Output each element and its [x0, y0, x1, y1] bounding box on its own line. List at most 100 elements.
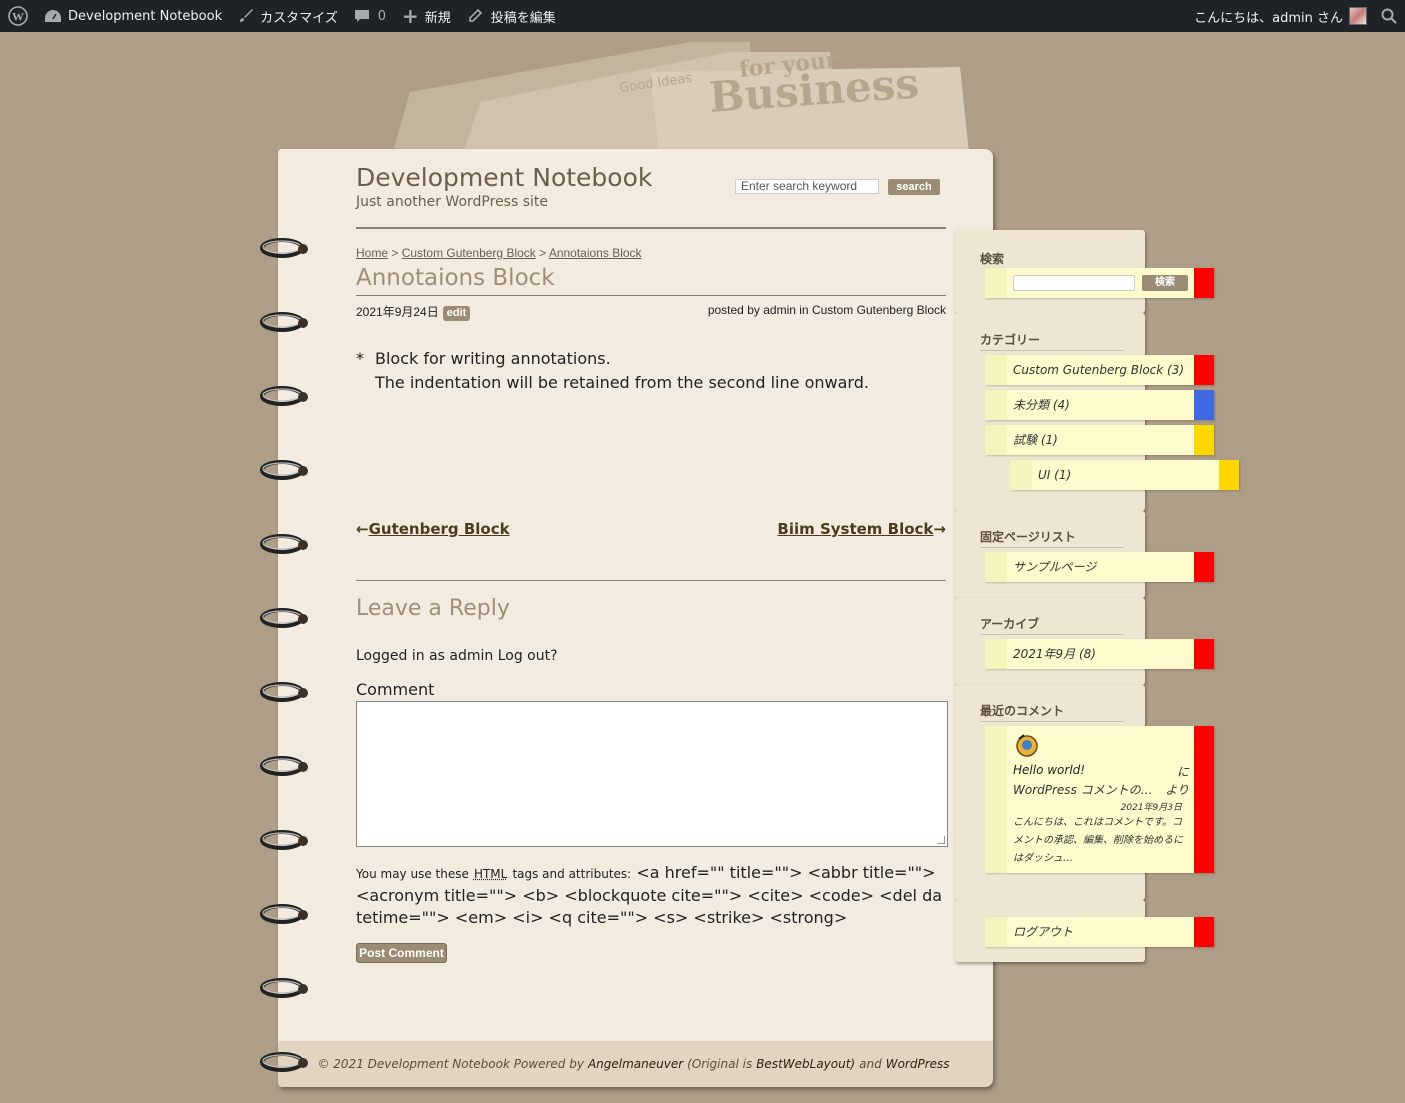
post-meta: posted by admin in Custom Gutenberg Bloc…: [708, 303, 946, 317]
allowed-html-abbr: HTML: [473, 867, 508, 881]
next-post-link[interactable]: Biim System Block: [777, 520, 933, 538]
dashboard-icon: [45, 10, 61, 22]
annotation-line-2: The indentation will be retained from th…: [375, 373, 869, 392]
resize-handle[interactable]: [937, 836, 945, 844]
spiral-ring: [260, 830, 308, 850]
edit-post-menu[interactable]: 投稿を編集: [459, 0, 564, 32]
logout-label: ログアウト: [1013, 925, 1074, 939]
greeting: こんにちは、admin さん: [1194, 10, 1343, 26]
posted-by-text: posted by: [707, 303, 760, 317]
spiral-ring: [260, 386, 308, 406]
category-item[interactable]: 未分類 (4): [985, 390, 1214, 420]
page-item-label: サンプルページ: [1013, 560, 1097, 574]
breadcrumb-separator: >: [539, 246, 547, 260]
brush-icon: [240, 9, 254, 22]
spiral-ring: [260, 756, 308, 776]
adminbar-search[interactable]: [1375, 0, 1405, 32]
comment-label: Comment: [356, 680, 435, 699]
tab-color: [1194, 355, 1214, 385]
svg-text:W: W: [12, 10, 24, 24]
logged-in-text[interactable]: Logged in as admin Log out?: [356, 648, 558, 664]
breadcrumb-category[interactable]: Custom Gutenberg Block: [402, 246, 536, 260]
category-item-label: 試験 (1): [1013, 433, 1058, 447]
breadcrumb-home[interactable]: Home: [356, 246, 388, 260]
tab-color: [1194, 726, 1214, 873]
spiral-ring: [260, 682, 308, 702]
header-search-button[interactable]: search: [888, 179, 940, 195]
widget-title: アーカイブ: [980, 615, 1124, 635]
allowed-lead: You may use these: [356, 867, 469, 881]
spiral-ring: [260, 460, 308, 480]
sidebar-search-button[interactable]: 検索: [1142, 275, 1188, 291]
spiral-ring: [260, 978, 308, 998]
search-tab: 検索: [985, 268, 1214, 298]
new-label: 新規: [424, 10, 451, 26]
comments-menu[interactable]: 0: [346, 0, 394, 32]
comment-textarea[interactable]: [356, 701, 948, 847]
sidebar-search-input[interactable]: [1013, 275, 1135, 291]
category-item[interactable]: 試験 (1): [985, 425, 1214, 455]
customize-menu[interactable]: カスタマイズ: [230, 0, 346, 32]
category-item[interactable]: Custom Gutenberg Block (3): [985, 355, 1214, 385]
tab-color: [1219, 460, 1239, 490]
new-content-menu[interactable]: + 新規: [394, 0, 459, 32]
breadcrumb: Home > Custom Gutenberg Block > Annotaio…: [356, 246, 642, 260]
header-divider: [356, 227, 946, 229]
admin-bar: W Development Notebook カスタマイズ 0 + 新規 投稿を…: [0, 0, 1405, 32]
next-post-nav: Biim System Block→: [777, 520, 946, 538]
author-link[interactable]: admin: [763, 303, 796, 317]
site-title[interactable]: Development Notebook: [356, 163, 652, 192]
spiral-ring: [260, 534, 308, 554]
reply-title: Leave a Reply: [356, 596, 510, 621]
wordpress-logo-icon: W: [8, 6, 28, 26]
page-footer: © 2021 Development Notebook Powered by A…: [278, 1041, 993, 1087]
page-item-sample[interactable]: サンプルページ: [985, 552, 1214, 582]
prev-arrow: ←: [356, 520, 369, 538]
wp-menu[interactable]: W: [0, 0, 36, 32]
commenter-avatar-icon: [1016, 734, 1038, 757]
recent-comment-item: Hello world! に WordPress コメントの… より 2021年…: [985, 726, 1214, 873]
customize-label: カスタマイズ: [260, 10, 338, 26]
archive-item[interactable]: 2021年9月 (8): [985, 639, 1214, 669]
my-account-menu[interactable]: こんにちは、admin さん: [1186, 0, 1375, 32]
post-category-link[interactable]: Custom Gutenberg Block: [812, 303, 946, 317]
annotation-line-1: Block for writing annotations.: [375, 349, 611, 368]
header-search-input[interactable]: Enter search keyword: [735, 179, 879, 194]
post-date: 2021年9月24日: [356, 305, 439, 319]
footer-and: and: [859, 1057, 882, 1071]
comments-count: 0: [377, 8, 387, 24]
footer-original-link[interactable]: BestWebLayout): [756, 1057, 855, 1071]
post-date-line: 2021年9月24日 edit: [356, 303, 471, 321]
post-title: Annotaions Block: [356, 265, 555, 291]
category-item[interactable]: UI (1): [1010, 460, 1239, 490]
footer-powered-link[interactable]: Angelmaneuver: [588, 1057, 683, 1071]
comment-author: WordPress コメントの…: [1013, 783, 1153, 797]
comment-ni: に: [1176, 765, 1189, 779]
tab-color: [1194, 552, 1214, 582]
post-comment-button[interactable]: Post Comment: [356, 943, 447, 963]
search-icon: [1381, 8, 1397, 24]
allowed-mid: tags and attributes:: [512, 867, 632, 881]
tab-color: [1194, 390, 1214, 420]
breadcrumb-current[interactable]: Annotaions Block: [549, 246, 642, 260]
annotation-mark: *: [356, 349, 364, 368]
site-name-menu[interactable]: Development Notebook: [36, 0, 230, 32]
prev-post-link[interactable]: Gutenberg Block: [369, 520, 510, 538]
site-description: Just another WordPress site: [356, 194, 549, 210]
category-item-label: UI (1): [1038, 468, 1072, 482]
widget-title: カテゴリー: [980, 331, 1124, 351]
tab-color: [1194, 425, 1214, 455]
logout-item[interactable]: ログアウト: [985, 917, 1214, 947]
pencil-icon: [468, 8, 482, 22]
footer-copyright: © 2021 Development Notebook Powered by: [317, 1057, 584, 1071]
footer-wordpress-link[interactable]: WordPress: [886, 1057, 950, 1071]
spiral-ring: [260, 904, 308, 924]
prev-post-nav: ←Gutenberg Block: [356, 520, 510, 538]
edit-button[interactable]: edit: [442, 306, 471, 321]
tab-color: [1194, 639, 1214, 669]
comment-post-link[interactable]: Hello world!: [1013, 763, 1085, 777]
tab-color: [1194, 917, 1214, 947]
in-text: in: [799, 303, 809, 317]
spiral-ring: [260, 608, 308, 628]
title-divider: [356, 295, 946, 296]
